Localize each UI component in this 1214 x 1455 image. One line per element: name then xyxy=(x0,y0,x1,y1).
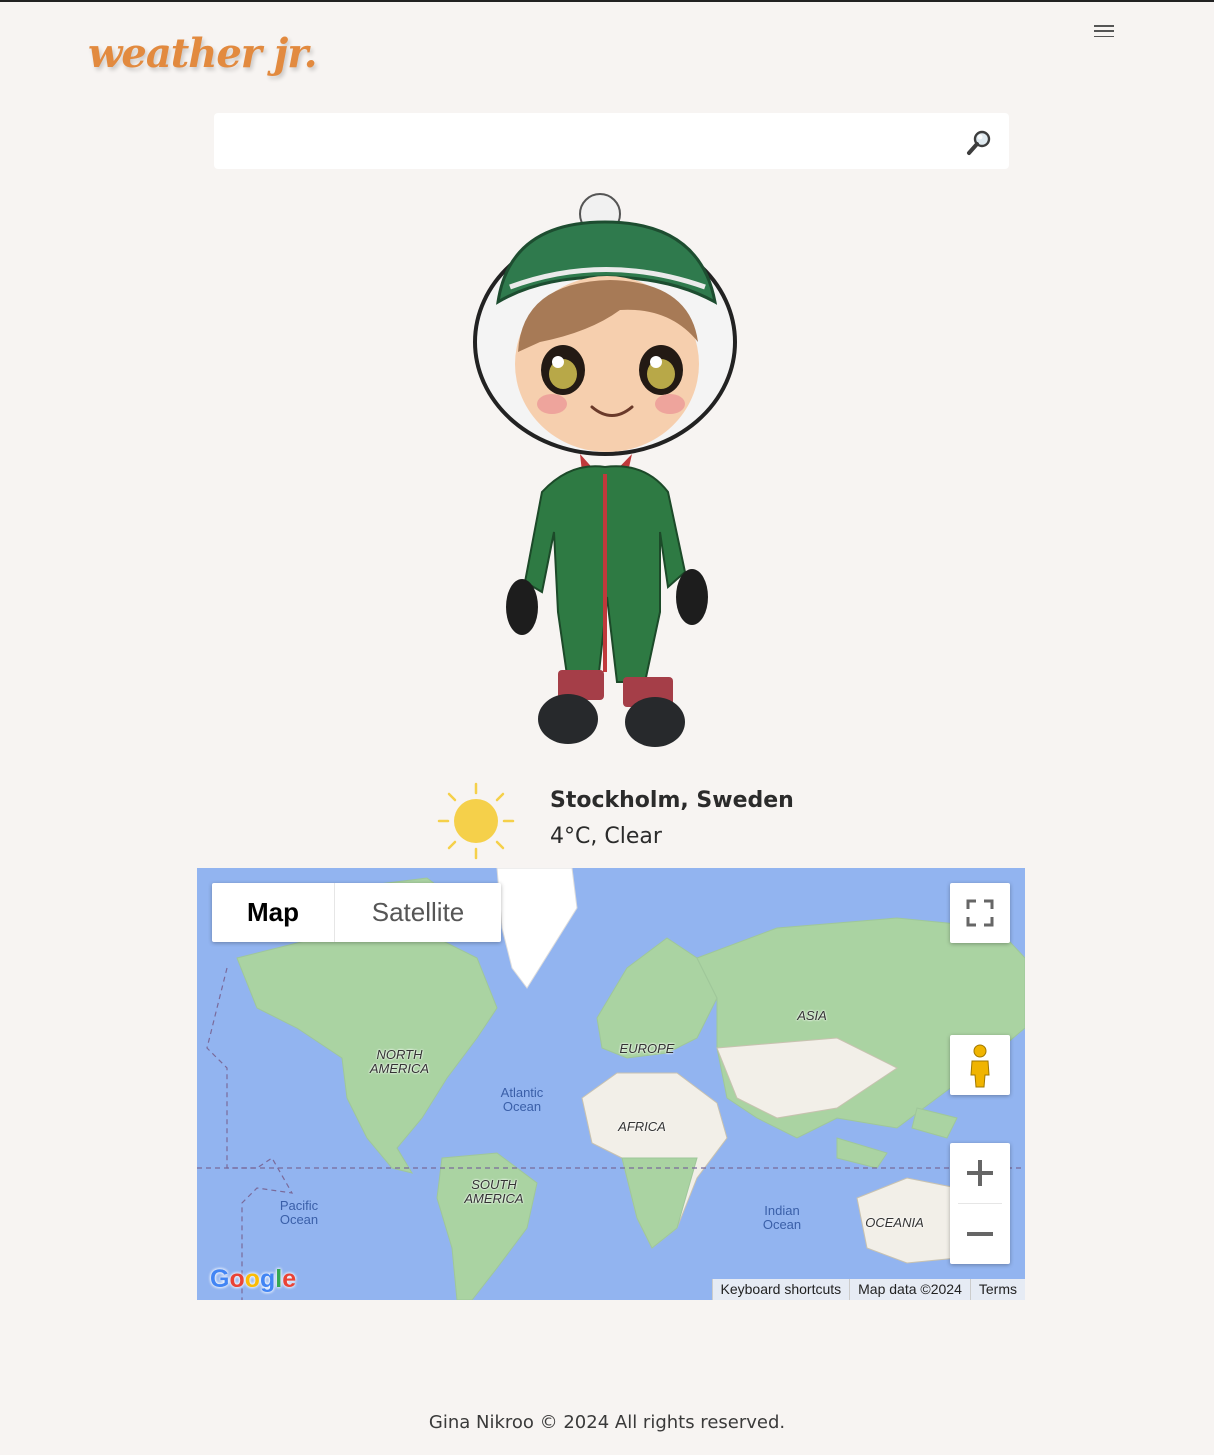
sun-icon xyxy=(437,782,515,860)
search-bar xyxy=(214,113,1009,169)
plus-icon xyxy=(967,1160,993,1186)
label-asia: ASIA xyxy=(797,1008,827,1023)
location-name: Stockholm, Sweden xyxy=(550,788,794,813)
pegman-icon xyxy=(970,1044,990,1088)
label-atlantic-ocean: Atlantic Ocean xyxy=(500,1085,544,1114)
label-north-america: NORTH AMERICA xyxy=(369,1047,430,1076)
fullscreen-icon xyxy=(966,899,994,927)
menu-button[interactable] xyxy=(1094,22,1114,40)
satellite-view-button[interactable]: Satellite xyxy=(335,883,501,942)
child-illustration xyxy=(473,193,737,747)
weather-condition: 4°C, Clear xyxy=(550,824,662,849)
zoom-out-button[interactable] xyxy=(950,1204,1010,1264)
world-map[interactable]: Map Satellite NORTH AMERICA EUROPE ASIA … xyxy=(197,868,1025,1300)
keyboard-shortcuts-link[interactable]: Keyboard shortcuts xyxy=(711,1279,850,1300)
app-logo[interactable]: weather jr. xyxy=(88,30,318,77)
minus-icon xyxy=(967,1232,993,1236)
fullscreen-button[interactable] xyxy=(950,883,1010,943)
label-europe: EUROPE xyxy=(619,1041,675,1056)
label-pacific-ocean: Pacific Ocean xyxy=(279,1198,319,1227)
terms-link[interactable]: Terms xyxy=(969,1279,1025,1300)
street-view-pegman-button[interactable] xyxy=(950,1035,1010,1095)
label-africa: AFRICA xyxy=(618,1119,666,1134)
map-attribution: Keyboard shortcuts Map data ©2024 Terms xyxy=(711,1279,1025,1300)
map-data-text: Map data ©2024 xyxy=(849,1279,970,1300)
label-south-america: SOUTH AMERICA xyxy=(464,1177,524,1206)
zoom-in-button[interactable] xyxy=(950,1143,1010,1203)
label-indian-ocean: Indian Ocean xyxy=(762,1203,802,1232)
search-input[interactable] xyxy=(226,123,950,161)
google-logo[interactable]: Google xyxy=(210,1265,296,1294)
magnifier-icon[interactable] xyxy=(965,129,993,157)
footer-copyright: Gina Nikroo © 2024 All rights reserved. xyxy=(428,1412,786,1433)
label-oceania: OCEANIA xyxy=(865,1215,924,1230)
hamburger-icon-line xyxy=(1094,25,1114,27)
zoom-control xyxy=(950,1143,1010,1264)
hamburger-icon-line xyxy=(1094,30,1114,32)
map-type-control: Map Satellite xyxy=(212,883,501,942)
map-view-button[interactable]: Map xyxy=(212,883,335,942)
hamburger-icon-line xyxy=(1094,35,1114,37)
